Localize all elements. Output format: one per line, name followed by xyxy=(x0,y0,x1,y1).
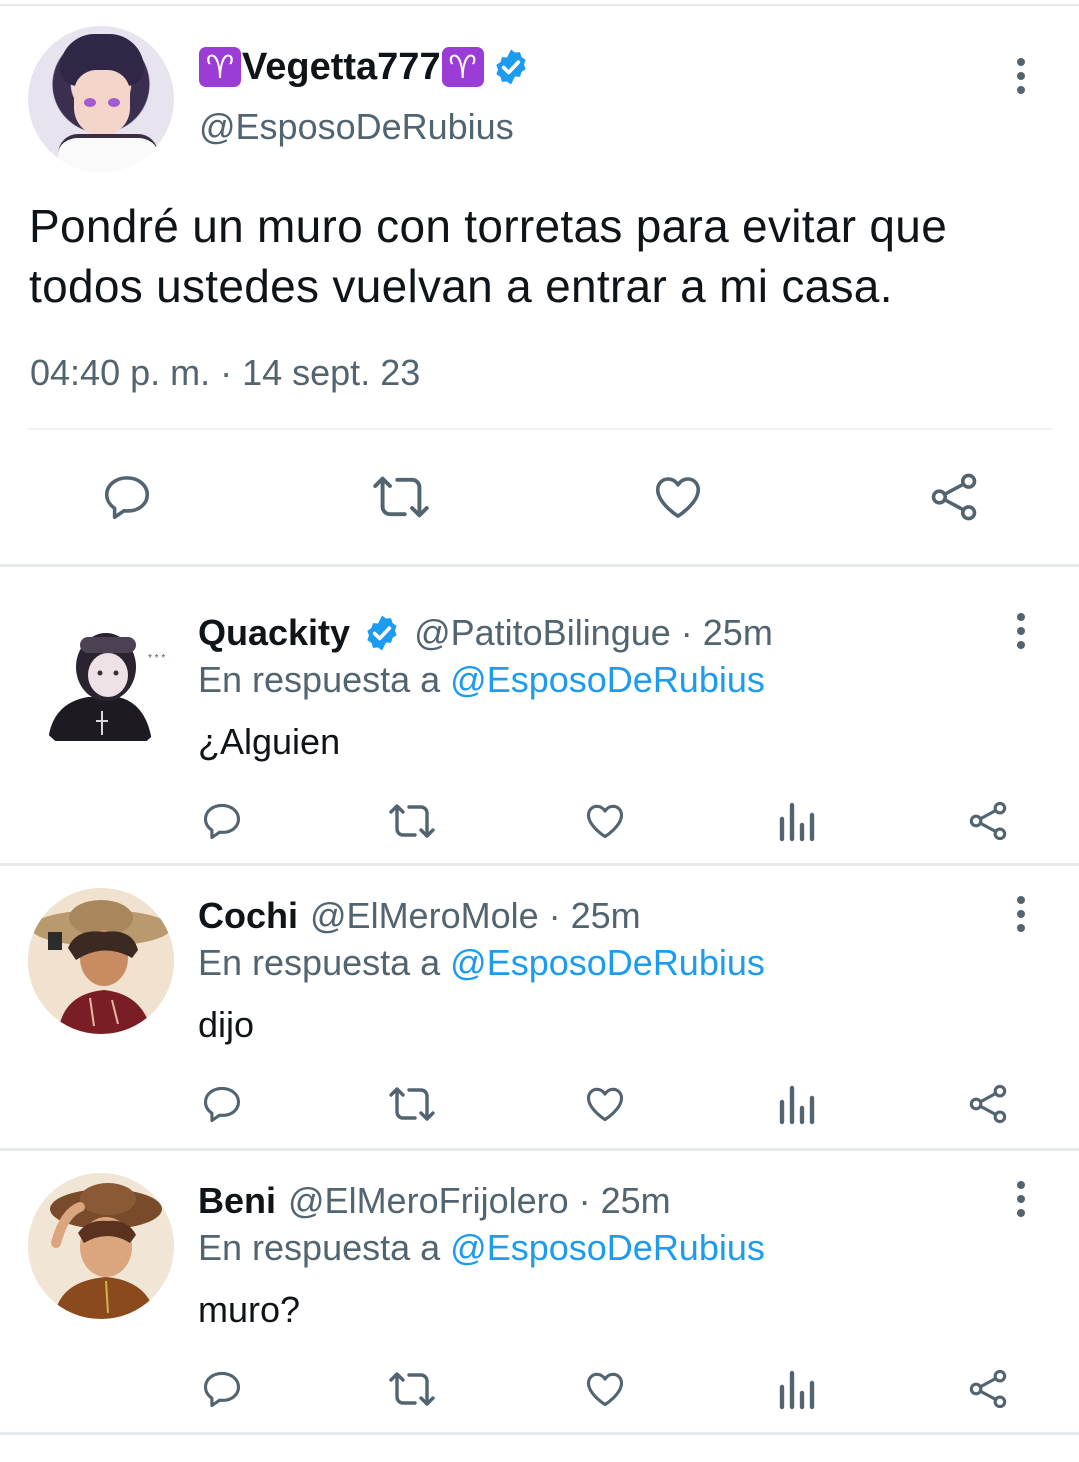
aries-emoji: ♈ xyxy=(199,47,241,87)
divider xyxy=(28,428,1052,430)
share-icon[interactable] xyxy=(966,1082,1010,1126)
avatar[interactable]: * * * * xyxy=(28,611,174,757)
reply-icon[interactable] xyxy=(200,799,244,843)
like-icon[interactable] xyxy=(582,799,628,843)
reply-actions xyxy=(0,1367,1079,1411)
views-icon[interactable] xyxy=(776,1367,816,1411)
main-tweet: ♈ Vegetta777 ♈ @EsposoDeRubius Pondré un m… xyxy=(0,0,1079,566)
share-icon[interactable] xyxy=(966,1367,1010,1411)
reply-to-link[interactable]: @EsposoDeRubius xyxy=(450,942,765,983)
reply-context: En respuesta a @EsposoDeRubius xyxy=(198,659,765,701)
more-icon[interactable] xyxy=(1016,613,1026,655)
verified-badge-icon xyxy=(491,47,531,87)
retweet-icon[interactable] xyxy=(368,470,434,524)
like-icon[interactable] xyxy=(650,470,706,524)
reply-prefix: En respuesta a xyxy=(198,1227,441,1268)
author-handle[interactable]: @EsposoDeRubius xyxy=(199,106,514,148)
share-icon[interactable] xyxy=(926,470,982,524)
reply-text: ¿Alguien xyxy=(198,721,341,762)
author-name[interactable]: Quackity xyxy=(198,612,350,654)
reply-context: En respuesta a @EsposoDeRubius xyxy=(198,1227,765,1269)
reply-actions xyxy=(0,1082,1079,1126)
reply-time: · 25m xyxy=(578,1180,671,1221)
reply-to-link[interactable]: @EsposoDeRubius xyxy=(450,1227,765,1268)
reply-icon[interactable] xyxy=(200,1082,244,1126)
reply-time: · 25m xyxy=(548,895,641,936)
more-icon[interactable] xyxy=(1016,1181,1026,1223)
svg-text:* * * *: * * * * xyxy=(148,653,172,664)
aries-emoji: ♈ xyxy=(441,47,484,87)
reply-header: Cochi @ElMeroMole · 25m xyxy=(198,894,641,938)
reply-actions xyxy=(0,799,1079,843)
tweet-actions xyxy=(0,470,1079,526)
views-icon[interactable] xyxy=(776,799,816,843)
tweet-timestamp[interactable]: 04:40 p. m. · 14 sept. 23 xyxy=(30,352,420,394)
avatar[interactable] xyxy=(28,888,174,1034)
share-icon[interactable] xyxy=(966,799,1010,843)
author-name[interactable]: ♈ Vegetta777 ♈ xyxy=(198,42,531,92)
more-icon[interactable] xyxy=(1016,896,1026,938)
author-name-text: Vegetta777 xyxy=(242,45,441,88)
reply-text: dijo xyxy=(198,1004,255,1045)
like-icon[interactable] xyxy=(582,1367,628,1411)
reply-icon[interactable] xyxy=(100,470,154,524)
tweet-text: Pondré un muro con torretas para evitar … xyxy=(29,200,948,312)
retweet-icon[interactable] xyxy=(386,1367,438,1411)
avatar[interactable] xyxy=(28,26,174,172)
retweet-icon[interactable] xyxy=(386,799,438,843)
author-handle[interactable]: @ElMeroMole xyxy=(310,895,539,937)
reply-prefix: En respuesta a xyxy=(198,659,441,700)
reply-tweet[interactable]: Cochi @ElMeroMole · 25m En respuesta a @… xyxy=(0,866,1079,1151)
divider xyxy=(0,1432,1079,1435)
reply-time: · 25m xyxy=(680,612,773,653)
avatar[interactable] xyxy=(28,1173,174,1319)
retweet-icon[interactable] xyxy=(386,1082,438,1126)
reply-text: muro? xyxy=(198,1289,301,1330)
author-name[interactable]: Beni xyxy=(198,1180,276,1222)
more-icon[interactable] xyxy=(1016,58,1026,100)
reply-icon[interactable] xyxy=(200,1367,244,1411)
author-name[interactable]: Cochi xyxy=(198,895,298,937)
verified-badge-icon xyxy=(362,613,402,653)
reply-context: En respuesta a @EsposoDeRubius xyxy=(198,942,765,984)
author-handle[interactable]: @ElMeroFrijolero xyxy=(288,1180,569,1222)
reply-tweet[interactable]: * * * * Quackity @PatitoBilingue · 25m E… xyxy=(0,567,1079,866)
reply-prefix: En respuesta a xyxy=(198,942,441,983)
reply-tweet[interactable]: Beni @ElMeroFrijolero · 25m En respuesta… xyxy=(0,1151,1079,1435)
author-handle[interactable]: @PatitoBilingue xyxy=(414,612,671,654)
reply-header: Quackity @PatitoBilingue · 25m xyxy=(198,611,773,655)
reply-header: Beni @ElMeroFrijolero · 25m xyxy=(198,1179,671,1223)
like-icon[interactable] xyxy=(582,1082,628,1126)
reply-to-link[interactable]: @EsposoDeRubius xyxy=(450,659,765,700)
views-icon[interactable] xyxy=(776,1082,816,1126)
